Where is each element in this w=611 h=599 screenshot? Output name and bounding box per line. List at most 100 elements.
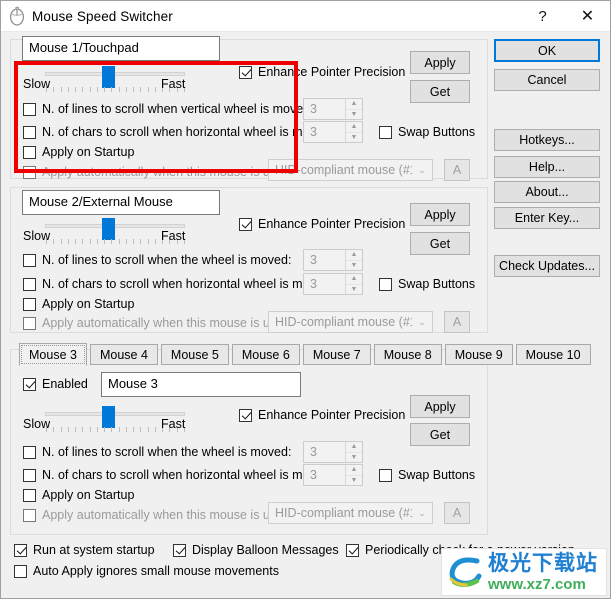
mouse1-device-combobox[interactable]: HID-compliant mouse (#1) ⌄: [268, 159, 433, 181]
mouse2-scroll-lines-row[interactable]: N. of lines to scroll when the wheel is …: [23, 253, 291, 267]
mouse2-slider-thumb[interactable]: [102, 218, 115, 240]
tab-mouse-3[interactable]: Mouse 3: [19, 343, 87, 366]
cancel-button[interactable]: Cancel: [494, 69, 600, 91]
mouse1-name-input[interactable]: Mouse 1/Touchpad: [22, 36, 220, 61]
tab-mouse-8[interactable]: Mouse 8: [373, 344, 442, 365]
mouse2-scroll-chars-spinner[interactable]: 3 ▲ ▼: [303, 273, 363, 295]
mouse1-scroll-lines-spinner[interactable]: 3 ▲ ▼: [303, 98, 363, 120]
mouse1-scroll-chars-value[interactable]: 3: [304, 122, 345, 142]
auto-apply-small-movements-row[interactable]: Auto Apply ignores small mouse movements: [14, 564, 279, 578]
mouse3-scroll-lines-checkbox[interactable]: [23, 445, 36, 459]
close-button[interactable]: ✕: [565, 2, 610, 31]
mouse2-swap-buttons-row[interactable]: Swap Buttons: [379, 277, 475, 291]
mouse3-scroll-lines-down-icon[interactable]: ▼: [346, 453, 362, 463]
mouse1-swap-buttons-checkbox[interactable]: [379, 125, 392, 139]
mouse1-scroll-lines-up-icon[interactable]: ▲: [346, 99, 362, 110]
mouse3-swap-buttons-checkbox[interactable]: [379, 468, 392, 482]
mouse1-apply-on-startup-row[interactable]: Apply on Startup: [23, 145, 134, 159]
help-titlebar-button[interactable]: ?: [520, 2, 565, 31]
mouse3-enabled-row[interactable]: Enabled: [23, 377, 88, 391]
enter-key-button[interactable]: Enter Key...: [494, 207, 600, 229]
mouse2-auto-apply-checkbox[interactable]: [23, 316, 36, 330]
mouse3-scroll-chars-value[interactable]: 3: [304, 465, 345, 485]
mouse1-scroll-lines-down-icon[interactable]: ▼: [346, 110, 362, 120]
display-balloon-messages-row[interactable]: Display Balloon Messages: [173, 543, 339, 557]
mouse1-apply-button[interactable]: Apply: [410, 51, 470, 74]
mouse1-slider-track[interactable]: [45, 72, 185, 76]
mouse2-enhance-pointer-precision[interactable]: Enhance Pointer Precision: [239, 217, 405, 231]
mouse3-scroll-chars-down-icon[interactable]: ▼: [346, 476, 362, 486]
mouse1-swap-buttons-row[interactable]: Swap Buttons: [379, 125, 475, 139]
mouse3-apply-button[interactable]: Apply: [410, 395, 470, 418]
mouse2-auto-apply-row[interactable]: Apply automatically when this mouse is u…: [23, 316, 294, 330]
display-balloon-messages-checkbox[interactable]: [173, 543, 186, 557]
mouse2-scroll-chars-up-icon[interactable]: ▲: [346, 274, 362, 285]
about-button[interactable]: About...: [494, 181, 600, 203]
mouse2-scroll-chars-row[interactable]: N. of chars to scroll when horizontal wh…: [23, 277, 333, 291]
mouse1-scroll-chars-up-icon[interactable]: ▲: [346, 122, 362, 133]
mouse2-enhance-checkbox[interactable]: [239, 217, 252, 231]
mouse3-scroll-chars-up-icon[interactable]: ▲: [346, 465, 362, 476]
mouse3-scroll-lines-row[interactable]: N. of lines to scroll when the wheel is …: [23, 445, 291, 459]
mouse3-scroll-chars-row[interactable]: N. of chars to scroll when horizontal wh…: [23, 468, 333, 482]
mouse2-apply-on-startup-row[interactable]: Apply on Startup: [23, 297, 134, 311]
mouse3-scroll-lines-spinner[interactable]: 3 ▲ ▼: [303, 441, 363, 463]
mouse2-scroll-chars-value[interactable]: 3: [304, 274, 345, 294]
mouse2-scroll-lines-value[interactable]: 3: [304, 250, 345, 270]
mouse1-auto-detect-button[interactable]: A: [444, 159, 470, 181]
mouse2-name-input[interactable]: Mouse 2/External Mouse: [22, 190, 220, 215]
check-updates-button[interactable]: Check Updates...: [494, 255, 600, 277]
chevron-down-icon[interactable]: ⌄: [412, 508, 432, 519]
mouse2-apply-on-startup-checkbox[interactable]: [23, 297, 36, 311]
mouse3-auto-apply-row[interactable]: Apply automatically when this mouse is u…: [23, 508, 294, 522]
tab-mouse-6[interactable]: Mouse 6: [231, 344, 300, 365]
mouse3-scroll-lines-up-icon[interactable]: ▲: [346, 442, 362, 453]
periodic-check-checkbox[interactable]: [346, 543, 359, 557]
mouse2-scroll-lines-checkbox[interactable]: [23, 253, 36, 267]
mouse1-apply-on-startup-checkbox[interactable]: [23, 145, 36, 159]
mouse1-enhance-checkbox[interactable]: [239, 65, 252, 79]
tab-mouse-5[interactable]: Mouse 5: [160, 344, 229, 365]
mouse2-slider-track[interactable]: [45, 224, 185, 228]
mouse3-enabled-checkbox[interactable]: [23, 377, 36, 391]
mouse1-scroll-chars-row[interactable]: N. of chars to scroll when horizontal wh…: [23, 125, 333, 139]
mouse1-scroll-chars-spinner[interactable]: 3 ▲ ▼: [303, 121, 363, 143]
mouse1-scroll-chars-checkbox[interactable]: [23, 125, 36, 139]
mouse3-apply-on-startup-checkbox[interactable]: [23, 488, 36, 502]
mouse3-slider-thumb[interactable]: [102, 406, 115, 428]
chevron-down-icon[interactable]: ⌄: [412, 165, 432, 176]
mouse2-apply-button[interactable]: Apply: [410, 203, 470, 226]
mouse3-get-button[interactable]: Get: [410, 423, 470, 446]
mouse2-auto-detect-button[interactable]: A: [444, 311, 470, 333]
mouse3-enhance-checkbox[interactable]: [239, 408, 252, 422]
mouse2-scroll-lines-spinner[interactable]: 3 ▲ ▼: [303, 249, 363, 271]
mouse2-scroll-lines-up-icon[interactable]: ▲: [346, 250, 362, 261]
mouse3-scroll-lines-value[interactable]: 3: [304, 442, 345, 462]
mouse2-scroll-lines-down-icon[interactable]: ▼: [346, 261, 362, 271]
mouse1-scroll-chars-down-icon[interactable]: ▼: [346, 133, 362, 143]
mouse3-enhance-pointer-precision[interactable]: Enhance Pointer Precision: [239, 408, 405, 422]
mouse2-swap-buttons-checkbox[interactable]: [379, 277, 392, 291]
tab-mouse-4[interactable]: Mouse 4: [89, 344, 158, 365]
mouse1-enhance-pointer-precision[interactable]: Enhance Pointer Precision: [239, 65, 405, 79]
mouse1-auto-apply-row[interactable]: Apply automatically when this mouse is u…: [23, 165, 294, 179]
mouse1-auto-apply-checkbox[interactable]: [23, 165, 36, 179]
mouse1-scroll-lines-row[interactable]: N. of lines to scroll when vertical whee…: [23, 102, 314, 116]
mouse1-get-button[interactable]: Get: [410, 80, 470, 103]
hotkeys-button[interactable]: Hotkeys...: [494, 129, 600, 151]
chevron-down-icon[interactable]: ⌄: [412, 317, 432, 328]
run-at-startup-row[interactable]: Run at system startup: [14, 543, 155, 557]
tab-mouse-7[interactable]: Mouse 7: [302, 344, 371, 365]
mouse1-slider-thumb[interactable]: [102, 66, 115, 88]
mouse1-scroll-lines-checkbox[interactable]: [23, 102, 36, 116]
mouse3-name-input[interactable]: Mouse 3: [101, 372, 301, 397]
mouse3-slider-track[interactable]: [45, 412, 185, 416]
tab-mouse-10[interactable]: Mouse 10: [515, 344, 591, 365]
ok-button[interactable]: OK: [494, 39, 600, 62]
auto-apply-small-movements-checkbox[interactable]: [14, 564, 27, 578]
tab-mouse-9[interactable]: Mouse 9: [444, 344, 513, 365]
mouse3-auto-detect-button[interactable]: A: [444, 502, 470, 524]
mouse3-auto-apply-checkbox[interactable]: [23, 508, 36, 522]
mouse2-scroll-chars-checkbox[interactable]: [23, 277, 36, 291]
mouse3-swap-buttons-row[interactable]: Swap Buttons: [379, 468, 475, 482]
